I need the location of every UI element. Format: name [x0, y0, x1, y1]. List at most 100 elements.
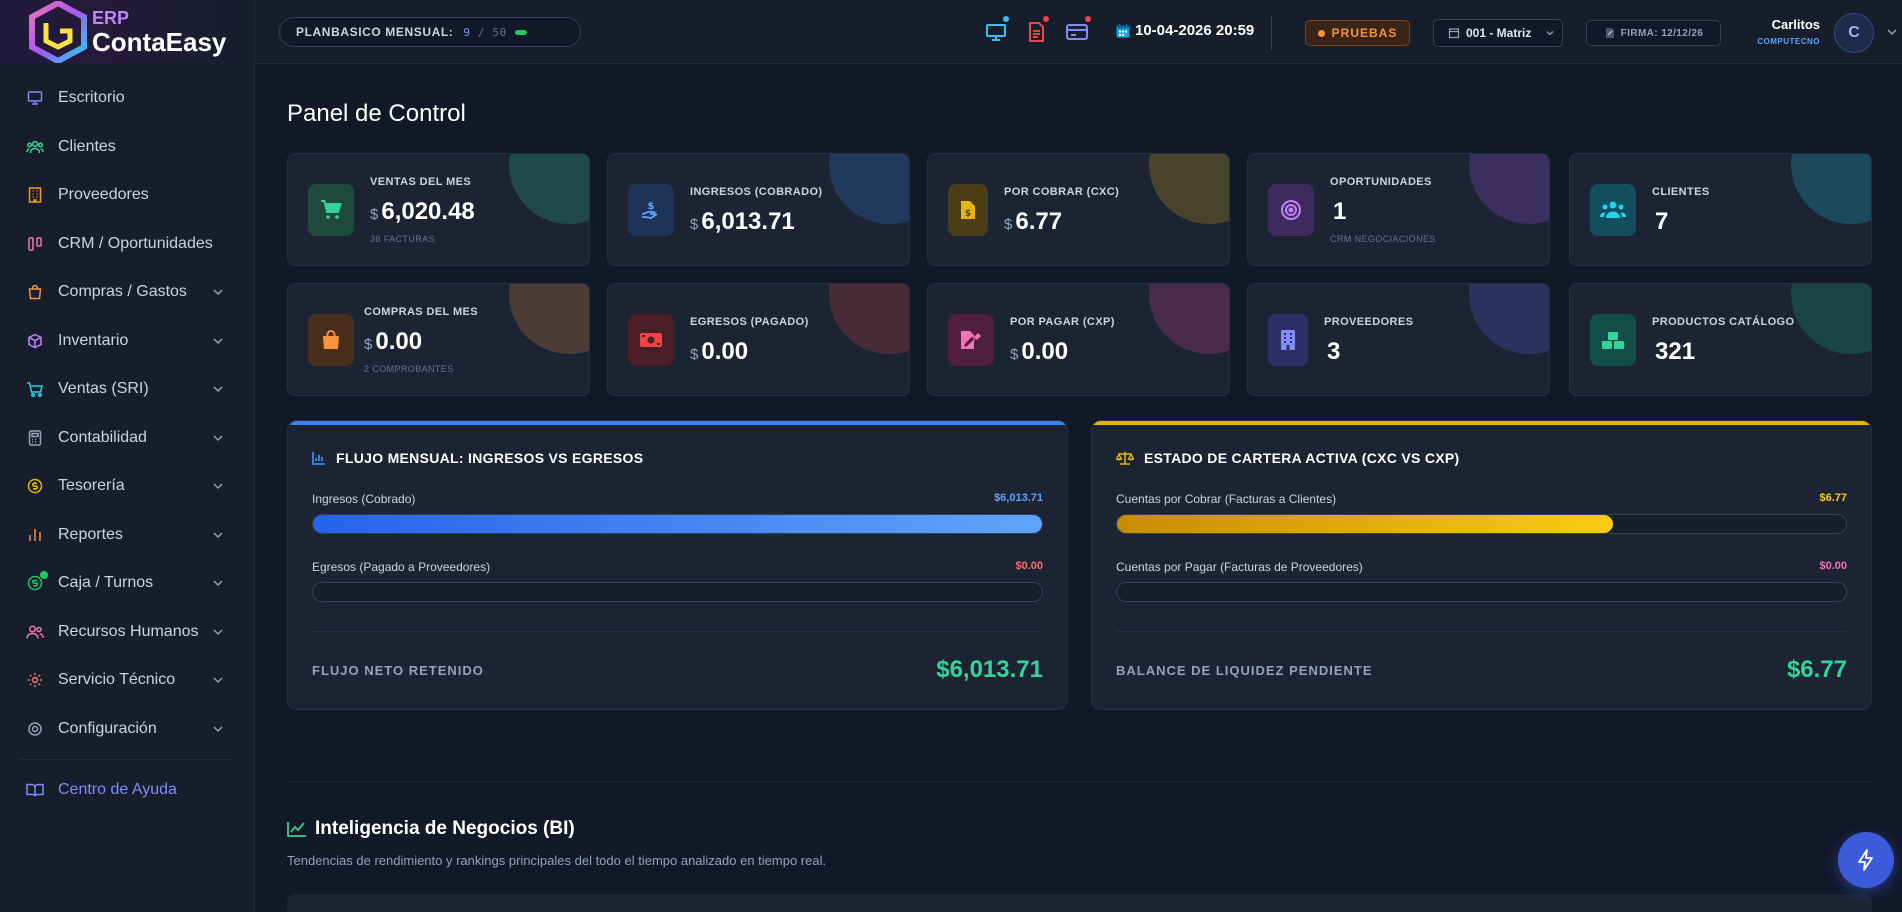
- card-value: $6,013.71: [690, 208, 795, 236]
- kpi-card-ventas[interactable]: VENTAS DEL MES $6,020.48 38 FACTURAS: [287, 153, 590, 266]
- sidebar-item-ventas[interactable]: Ventas (SRI): [0, 365, 254, 414]
- sidebar-item-label: Caja / Turnos: [58, 574, 154, 592]
- invoice-alert-icon[interactable]: [1025, 16, 1049, 42]
- sidebar-item-label: Ventas (SRI): [58, 380, 149, 398]
- sidebar-item-proveedores[interactable]: Proveedores: [0, 171, 254, 220]
- kpi-card-clientes[interactable]: CLIENTES 7: [1569, 153, 1872, 266]
- user-info[interactable]: Carlitos COMPUTECNO: [1757, 17, 1820, 46]
- calendar-icon: [1116, 23, 1130, 37]
- sidebar-item-label: Configuración: [58, 719, 157, 737]
- credit-card-icon[interactable]: [1065, 16, 1091, 42]
- egresos-label: Egresos (Pagado a Proveedores): [312, 560, 491, 574]
- sidebar-item-label: Servicio Técnico: [58, 671, 176, 689]
- file-signature-icon: [948, 314, 994, 366]
- kpi-card-por-cobrar[interactable]: $ POR COBRAR (CXC) $6.77: [927, 153, 1230, 266]
- sidebar-item-label: Escritorio: [58, 89, 125, 107]
- monitor-icon: [26, 89, 44, 107]
- card-value: $0.00: [690, 338, 748, 366]
- egresos-progress-bar: [312, 582, 1043, 602]
- card-value: $6.77: [1004, 208, 1062, 236]
- chevron-down-icon: [213, 386, 223, 393]
- user-name: Carlitos: [1771, 17, 1820, 32]
- kpi-card-proveedores[interactable]: PROVEEDORES 3: [1247, 283, 1550, 396]
- desktop-icon[interactable]: [985, 16, 1009, 42]
- sidebar-item-help[interactable]: Centro de Ayuda: [0, 766, 254, 815]
- card-value-number: 7: [1655, 208, 1669, 235]
- topbar-divider: [1271, 16, 1272, 50]
- card-value: $0.00: [1010, 338, 1068, 366]
- sidebar-item-reportes[interactable]: Reportes: [0, 511, 254, 560]
- money-bill-icon: [628, 314, 674, 366]
- ingresos-progress-bar: [312, 514, 1043, 534]
- panel-divider: [1116, 631, 1847, 632]
- card-currency: $: [1004, 216, 1013, 233]
- sidebar-item-escritorio[interactable]: Escritorio: [0, 74, 254, 123]
- card-subtitle: 38 FACTURAS: [370, 234, 435, 244]
- sidebar-item-servicio-tecnico[interactable]: Servicio Técnico: [0, 656, 254, 705]
- plan-usage-pill[interactable]: PLANBASICO MENSUAL: 9 / 50: [279, 17, 581, 47]
- coin-icon: [26, 477, 44, 495]
- card-currency: $: [1010, 346, 1019, 363]
- cxc-label: Cuentas por Cobrar (Facturas a Clientes): [1116, 492, 1337, 506]
- card-subtitle: 2 COMPROBANTES: [364, 364, 454, 374]
- signature-label: FIRMA: 12/12/26: [1620, 27, 1704, 39]
- sidebar-item-tesoreria[interactable]: Tesorería: [0, 462, 254, 511]
- cxc-progress-fill: [1117, 515, 1613, 533]
- cog-icon: [26, 671, 44, 689]
- sidebar-item-label: Proveedores: [58, 186, 149, 204]
- cart-icon: [308, 184, 354, 236]
- card-value-number: 6,020.48: [381, 198, 475, 225]
- kanban-icon: [26, 235, 44, 253]
- kpi-card-productos[interactable]: PRODUCTOS CATÁLOGO 321: [1569, 283, 1872, 396]
- sidebar-item-inventario[interactable]: Inventario: [0, 317, 254, 366]
- sidebar-item-crm[interactable]: CRM / Oportunidades: [0, 220, 254, 269]
- sidebar-item-label: Recursos Humanos: [58, 622, 199, 640]
- sidebar: ERP ContaEasy Escritorio Clientes Provee…: [0, 0, 255, 912]
- kpi-card-ingresos[interactable]: $ INGRESOS (COBRADO) $6,013.71: [607, 153, 910, 266]
- kpi-card-compras[interactable]: COMPRAS DEL MES $0.00 2 COMPROBANTES: [287, 283, 590, 396]
- hand-coin-icon: $: [628, 184, 674, 236]
- sidebar-item-clientes[interactable]: Clientes: [0, 123, 254, 172]
- sidebar-item-configuracion[interactable]: Configuración: [0, 705, 254, 754]
- kpi-card-por-pagar[interactable]: POR PAGAR (CXP) $0.00: [927, 283, 1230, 396]
- sidebar-item-caja[interactable]: Caja / Turnos: [0, 559, 254, 608]
- card-subtitle: CRM NEGOCIACIONES: [1330, 234, 1436, 244]
- quick-actions-button[interactable]: [1838, 832, 1894, 888]
- brand-logo[interactable]: ERP ContaEasy: [0, 0, 254, 65]
- sidebar-divider: [20, 759, 234, 760]
- card-value-number: 0.00: [1021, 338, 1069, 365]
- brand-name: ContaEasy: [92, 27, 227, 57]
- card-decoration: [1149, 154, 1229, 224]
- kpi-card-egresos[interactable]: EGRESOS (PAGADO) $0.00: [607, 283, 910, 396]
- target-icon: [1268, 184, 1314, 236]
- chevron-down-icon[interactable]: [1886, 27, 1898, 37]
- box-icon: [26, 332, 44, 350]
- scale-icon: [1116, 452, 1134, 465]
- card-value: $6,020.48: [370, 198, 475, 226]
- branch-selector[interactable]: 001 - Matriz: [1433, 19, 1563, 47]
- datetime-text: 10-04-2026 20:59: [1135, 22, 1255, 39]
- card-decoration: [1791, 284, 1871, 354]
- sidebar-item-rrhh[interactable]: Recursos Humanos: [0, 608, 254, 657]
- shopping-bag-icon: [308, 314, 354, 366]
- kpi-card-oportunidades[interactable]: OPORTUNIDADES 1 CRM NEGOCIACIONES: [1247, 153, 1550, 266]
- sidebar-item-compras[interactable]: Compras / Gastos: [0, 268, 254, 317]
- sidebar-item-contabilidad[interactable]: Contabilidad: [0, 414, 254, 463]
- topbar: PLANBASICO MENSUAL: 9 / 50 10-04-2026 20…: [255, 0, 1902, 64]
- panel-accent-line: [1092, 421, 1871, 425]
- cxc-value: $6.77: [1819, 492, 1847, 504]
- panel-estado-cartera: ESTADO DE CARTERA ACTIVA (CXC VS CXP) Cu…: [1091, 420, 1872, 710]
- signature-expiry[interactable]: FIRMA: 12/12/26: [1586, 20, 1721, 46]
- chevron-down-icon: [213, 483, 223, 490]
- cxp-label: Cuentas por Pagar (Facturas de Proveedor…: [1116, 560, 1363, 574]
- lightning-icon: [1858, 849, 1873, 871]
- panel-accent-line: [288, 421, 1067, 425]
- card-currency: $: [690, 346, 699, 363]
- svg-text:$: $: [648, 201, 655, 212]
- avatar[interactable]: C: [1834, 13, 1874, 53]
- environment-badge-label: PRUEBAS: [1331, 26, 1398, 40]
- card-decoration: [509, 284, 589, 354]
- card-currency: $: [364, 336, 373, 353]
- status-dot: [40, 571, 48, 579]
- plan-total: / 50: [477, 25, 507, 39]
